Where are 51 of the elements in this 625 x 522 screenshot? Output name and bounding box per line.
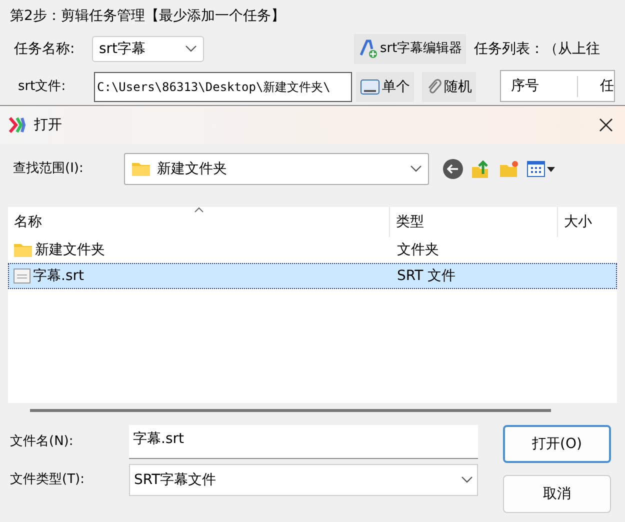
group-title: 第2步：剪辑任务管理【最少添加一个任务】	[10, 7, 286, 26]
letter-plus-icon	[358, 39, 378, 59]
column-header: 任	[599, 76, 614, 96]
up-folder-button[interactable]	[471, 159, 491, 179]
file-type: 文件夹	[396, 240, 439, 260]
app-logo-icon	[8, 116, 26, 134]
paperclip-icon	[426, 78, 442, 96]
file-row[interactable]: 新建文件夹 文件夹	[8, 237, 617, 263]
column-header: 序号	[501, 76, 578, 96]
random-button[interactable]: 随机	[422, 72, 476, 102]
column-header[interactable]: 名称	[8, 207, 390, 237]
folder-star-icon	[499, 159, 519, 179]
file-type-select[interactable]: SRT字幕文件	[129, 464, 478, 496]
look-in-select[interactable]: 新建文件夹	[124, 153, 429, 185]
file-name: 新建文件夹	[35, 240, 105, 260]
back-button[interactable]	[443, 159, 463, 179]
caret-icon	[547, 166, 555, 172]
subtitle-editor-button[interactable]: srt字幕编辑器	[354, 34, 466, 64]
new-folder-button[interactable]	[499, 159, 519, 179]
field-label: 查找范围(I):	[13, 160, 84, 178]
field-label: 文件类型(T):	[10, 471, 86, 490]
grid-view-icon	[527, 161, 545, 177]
folder-up-arrow-icon	[471, 159, 491, 179]
file-type: SRT 文件	[396, 266, 456, 286]
task-list-label: 任务列表：（从上往	[474, 40, 600, 58]
arrow-left-icon	[447, 164, 459, 174]
field-label: 任务名称:	[14, 40, 76, 58]
chevron-down-icon	[410, 165, 422, 173]
folder-icon	[131, 161, 151, 177]
field-label: 文件名(N):	[10, 433, 74, 452]
close-icon	[599, 118, 613, 132]
column-header[interactable]: 类型	[390, 207, 558, 237]
view-menu-button[interactable]	[527, 161, 555, 177]
image-icon	[360, 78, 380, 96]
column-header[interactable]: 大小	[558, 207, 617, 237]
chevron-down-icon	[185, 45, 197, 53]
file-name-field[interactable]: 字幕.srt	[129, 425, 478, 459]
dialog-title: 打开	[34, 116, 62, 134]
file-icon	[13, 267, 31, 285]
horizontal-scrollbar[interactable]	[30, 408, 551, 412]
sort-up-icon	[194, 207, 204, 213]
cancel-button[interactable]: 取消	[503, 475, 611, 513]
file-row[interactable]: 字幕.srt SRT 文件	[8, 263, 617, 289]
task-name-select[interactable]: srt字幕	[92, 36, 204, 62]
field-label: srt文件:	[18, 78, 67, 96]
chevron-down-icon	[461, 476, 473, 484]
file-name: 字幕.srt	[33, 266, 84, 286]
single-button[interactable]: 单个	[356, 72, 414, 102]
srt-path-field[interactable]: C:\Users\86313\Desktop\新建文件夹\	[94, 72, 352, 102]
open-button[interactable]: 打开(O)	[503, 425, 611, 463]
folder-icon	[13, 242, 33, 258]
